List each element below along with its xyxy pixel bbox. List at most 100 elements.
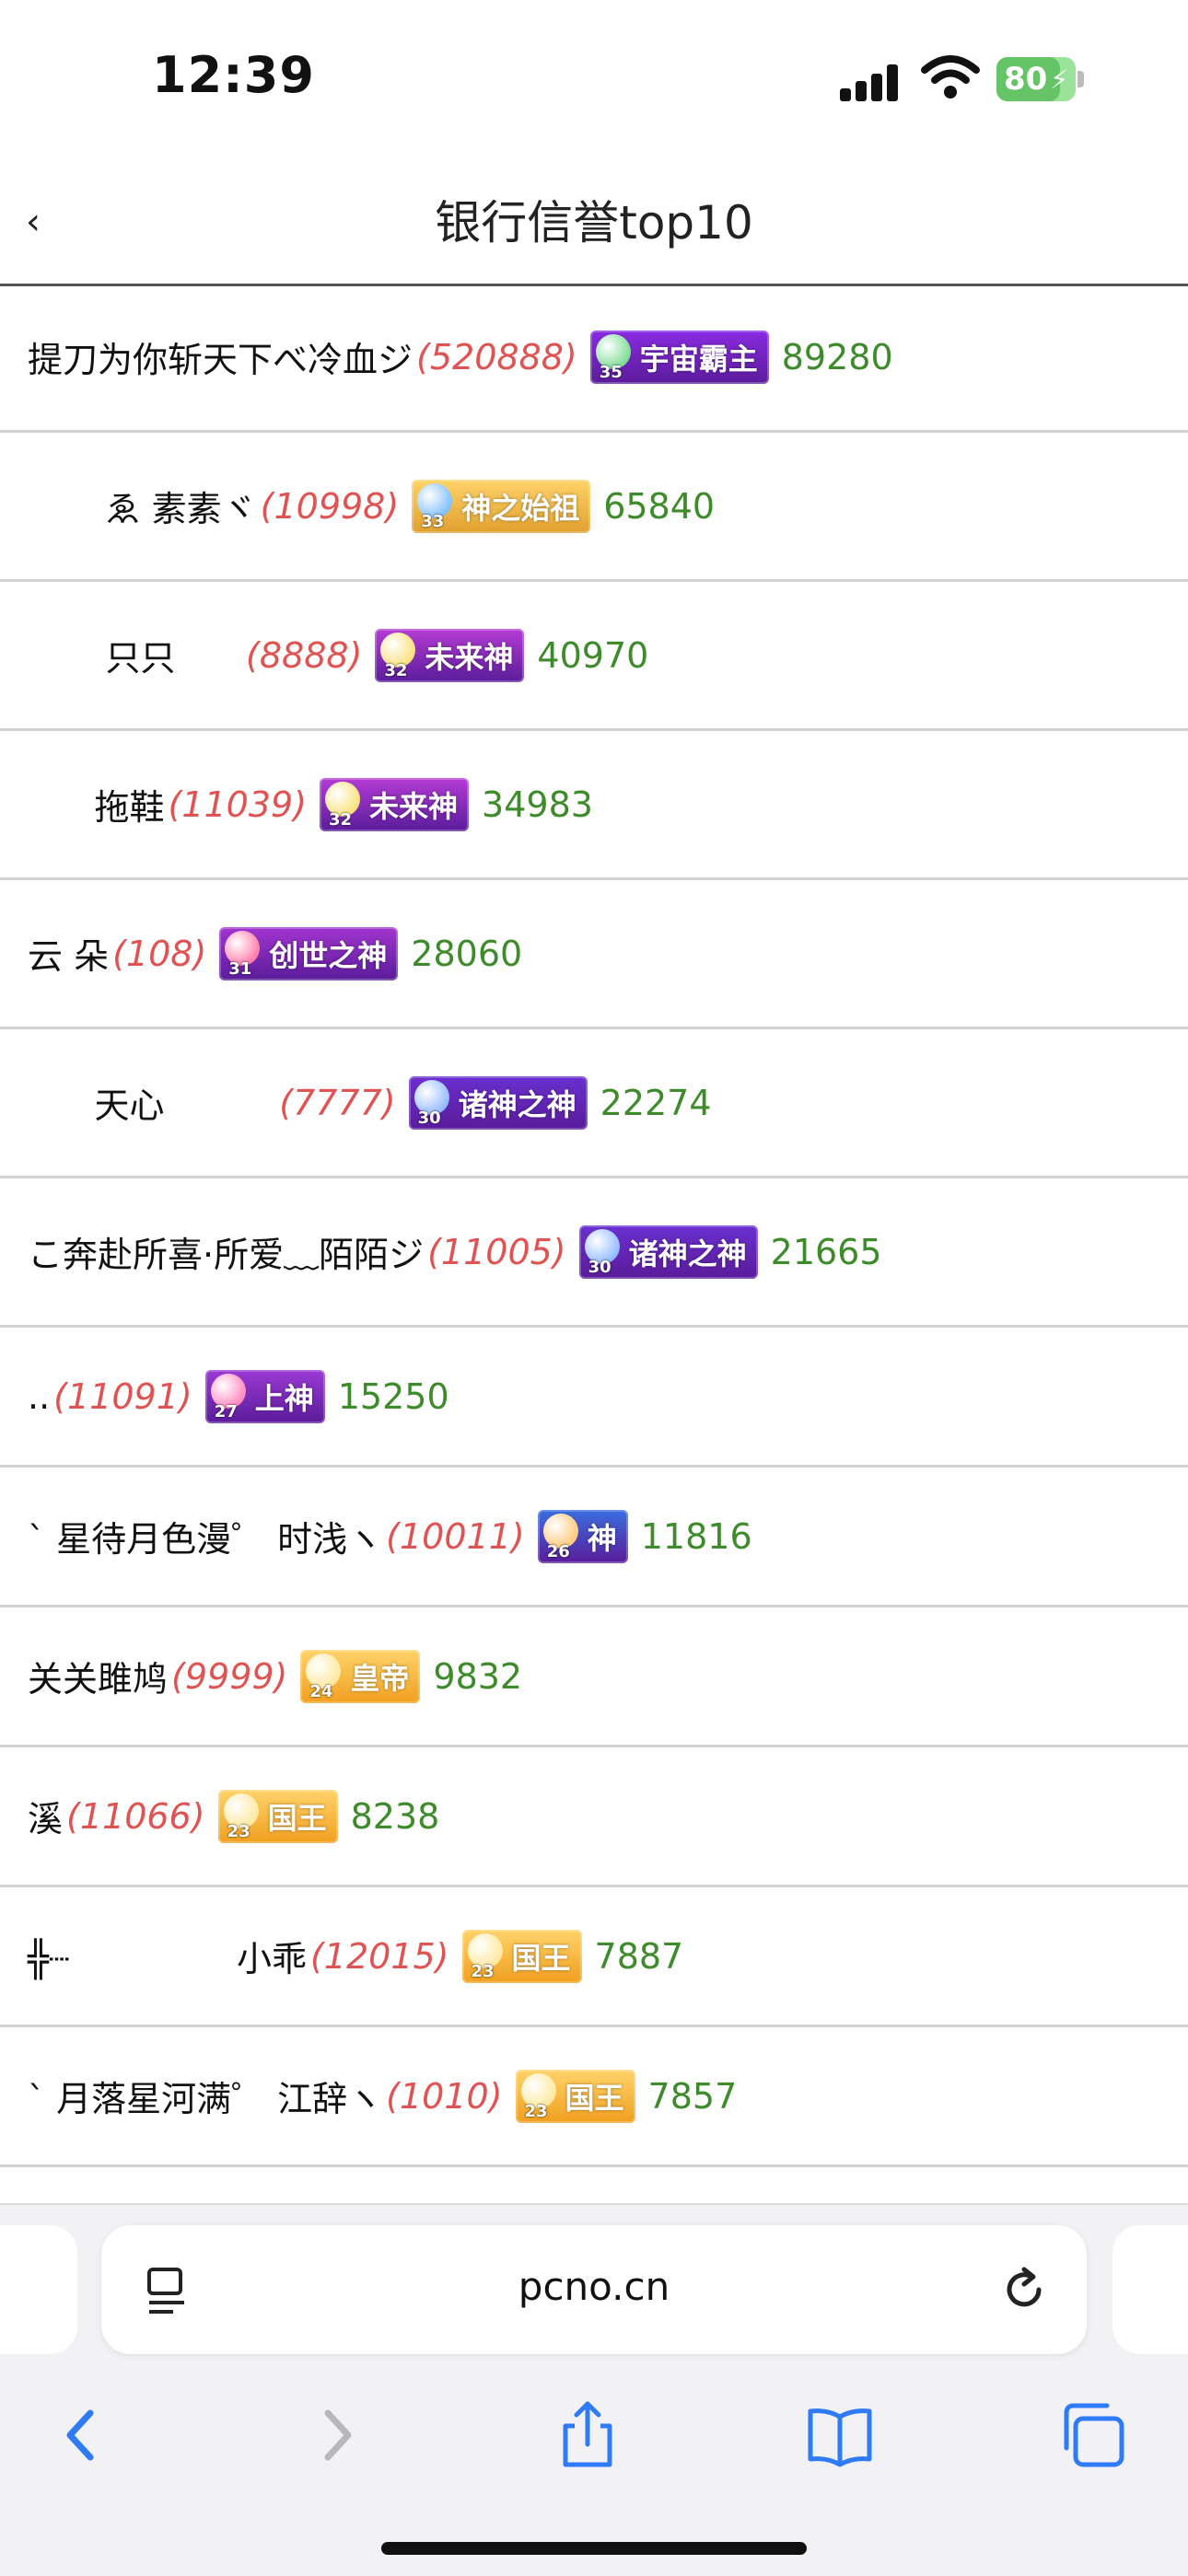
user-name: ˋ 月落星河满゜ 江辞ヽ: [28, 2079, 383, 2119]
rank-badge: 30 诸神之神: [578, 1224, 758, 1279]
badge-title: 国王: [267, 1800, 327, 1836]
rank-row[interactable]: 关关雎鸠 (9999) 24 皇帝 9832: [0, 1607, 1188, 1747]
badge-level: 23: [471, 1961, 495, 1981]
rank-row[interactable]: .. (11091) 27 上神 15250: [0, 1328, 1188, 1468]
badge-title: 未来神: [425, 639, 514, 675]
user-name: 溪: [28, 1799, 64, 1839]
user-id: (10011): [386, 1515, 525, 1557]
rank-badge: 30 诸神之神: [408, 1075, 588, 1130]
rank-badge: 23 国王: [217, 1789, 338, 1843]
badge-level: 35: [599, 362, 623, 382]
rank-badge: 35 宇宙霸主: [589, 330, 769, 384]
address-bar[interactable]: pcno.cn: [101, 2225, 1087, 2354]
rank-badge: 32 未来神: [320, 777, 470, 831]
rank-badge: 23 国王: [461, 1929, 582, 1983]
user-id: (9999): [171, 1655, 288, 1697]
rank-badge: 27 上神: [204, 1369, 325, 1423]
user-id: (12015): [309, 1935, 449, 1977]
badge-title: 诸神之神: [458, 1086, 577, 1122]
browser-nav: [0, 2380, 1188, 2490]
badge-level: 32: [384, 660, 408, 680]
rank-badge: 24 皇帝: [300, 1649, 421, 1703]
rank-row[interactable]: こ奔赴所喜·所爱﹏陌陌ジ (11005) 30 诸神之神 21665: [0, 1178, 1188, 1328]
credit-score: 22274: [600, 1082, 712, 1123]
user-id: (8888): [179, 634, 363, 676]
user-name: 拖鞋: [28, 787, 165, 828]
user-id: (11066): [66, 1795, 205, 1837]
badge-level: 31: [228, 958, 252, 979]
rank-row[interactable]: 提刀为你斩天下べ冷血ジ (520888) 35 宇宙霸主 89280: [0, 284, 1188, 433]
badge-level: 30: [417, 1108, 441, 1128]
tabs-icon[interactable]: [1055, 2398, 1129, 2472]
rank-row[interactable]: 溪 (11066) 23 国王 8238: [0, 1747, 1188, 1887]
user-id: (1010): [386, 2075, 503, 2117]
badge-level: 30: [588, 1257, 611, 1277]
badge-level: 23: [227, 1821, 250, 1841]
browser-toolbar: pcno.cn: [0, 2203, 1188, 2576]
credit-score: 7887: [594, 1935, 684, 1977]
user-id: (10998): [260, 485, 400, 527]
badge-emblem-icon: 30: [579, 1225, 625, 1279]
status-bar: 12:39 80 ⚡: [0, 0, 1188, 157]
next-tab-peek[interactable]: [1112, 2225, 1188, 2354]
credit-score: 21665: [770, 1231, 882, 1272]
rank-row[interactable]: 云 朵 (108) 31 创世之神 28060: [0, 880, 1188, 1029]
rank-row[interactable]: ˋ 月落星河满゜ 江辞ヽ (1010) 23 国王 7857: [0, 2027, 1188, 2167]
rank-row[interactable]: 只只 (8888) 32 未来神 40970: [0, 582, 1188, 731]
rank-row[interactable]: ╬┈ 小乖 (12015) 23 国王 7887: [0, 1887, 1188, 2027]
url-text[interactable]: pcno.cn: [101, 2264, 1087, 2309]
rank-badge: 32 未来神: [375, 628, 525, 682]
badge-title: 皇帝: [350, 1660, 410, 1696]
signal-icon: [840, 61, 914, 101]
user-id: (11005): [427, 1231, 566, 1272]
back-icon[interactable]: [44, 2398, 118, 2472]
user-name: 关关雎鸠: [28, 1659, 169, 1700]
user-id: (108): [112, 933, 207, 974]
forward-icon[interactable]: [300, 2398, 374, 2472]
badge-title: 国王: [511, 1940, 571, 1976]
wifi-icon: [921, 55, 980, 99]
badge-level: 32: [329, 809, 353, 830]
user-name: ..: [28, 1375, 51, 1417]
user-name: ╬┈ 小乖: [28, 1939, 307, 1979]
rank-row[interactable]: 拖鞋 (11039) 32 未来神 34983: [0, 731, 1188, 880]
bookmarks-icon[interactable]: [803, 2398, 877, 2472]
reload-icon[interactable]: [996, 2262, 1052, 2317]
badge-emblem-icon: 32: [375, 629, 421, 682]
credit-score: 15250: [337, 1375, 449, 1417]
credit-score: 28060: [411, 933, 523, 974]
badge-title: 未来神: [369, 788, 459, 824]
user-name: 天心: [28, 1085, 165, 1126]
badge-title: 诸神之神: [628, 1236, 747, 1271]
badge-emblem-icon: 23: [462, 1930, 508, 1983]
credit-score: 40970: [537, 634, 649, 676]
badge-title: 神之始祖: [461, 490, 580, 526]
share-icon[interactable]: [551, 2398, 624, 2472]
badge-level: 24: [309, 1681, 333, 1701]
user-name: こ奔赴所喜·所爱﹏陌陌ジ: [28, 1235, 425, 1275]
credit-score: 8238: [350, 1795, 440, 1837]
badge-emblem-icon: 33: [412, 480, 458, 533]
badge-level: 27: [214, 1401, 238, 1421]
user-name: 云 朵: [28, 936, 110, 977]
badge-title: 神: [587, 1520, 617, 1556]
page-title: 银行信誉top10: [435, 196, 753, 249]
badge-level: 33: [421, 511, 445, 531]
home-indicator: [381, 2542, 807, 2555]
user-name: 提刀为你斩天下べ冷血ジ: [28, 340, 413, 380]
badge-level: 26: [546, 1541, 570, 1561]
rank-row[interactable]: 天心 (7777) 30 诸神之神 22274: [0, 1029, 1188, 1178]
battery-percent: 80: [1004, 61, 1048, 98]
rank-row[interactable]: ゑ 素素ヾ (10998) 33 神之始祖 65840: [0, 433, 1188, 582]
user-id: (520888): [416, 336, 577, 377]
user-name: ゑ 素素ヾ: [28, 489, 257, 529]
ranking-list: 提刀为你斩天下べ冷血ジ (520888) 35 宇宙霸主 89280 ゑ 素素ヾ (109…: [0, 284, 1188, 2203]
previous-tab-peek[interactable]: [0, 2225, 77, 2354]
badge-level: 23: [524, 2101, 548, 2121]
rank-badge: 26 神: [537, 1509, 628, 1563]
badge-emblem-icon: 30: [409, 1076, 455, 1130]
user-id: (7777): [168, 1082, 396, 1123]
rank-row-partial[interactable]: [0, 2167, 1188, 2203]
rank-badge: 31 创世之神: [219, 926, 399, 981]
rank-row[interactable]: ˋ 星待月色漫゜ 时浅ヽ (10011) 26 神 11816: [0, 1468, 1188, 1607]
